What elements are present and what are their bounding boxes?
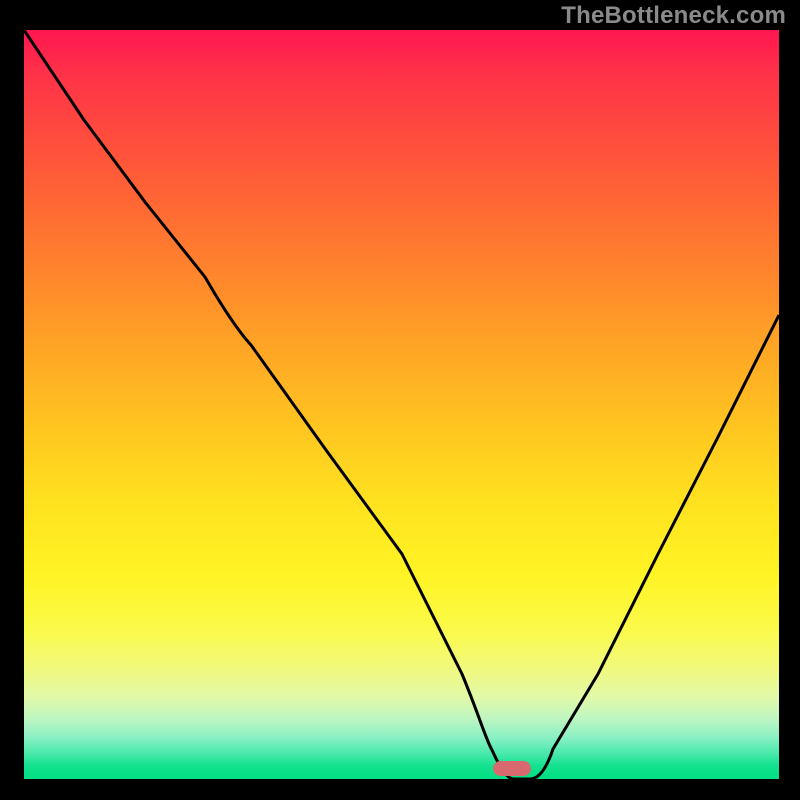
bottleneck-curve	[24, 30, 779, 779]
plot-area	[24, 30, 779, 779]
optimal-marker	[493, 761, 531, 776]
watermark-text: TheBottleneck.com	[561, 2, 786, 30]
chart-frame: TheBottleneck.com	[0, 0, 800, 800]
